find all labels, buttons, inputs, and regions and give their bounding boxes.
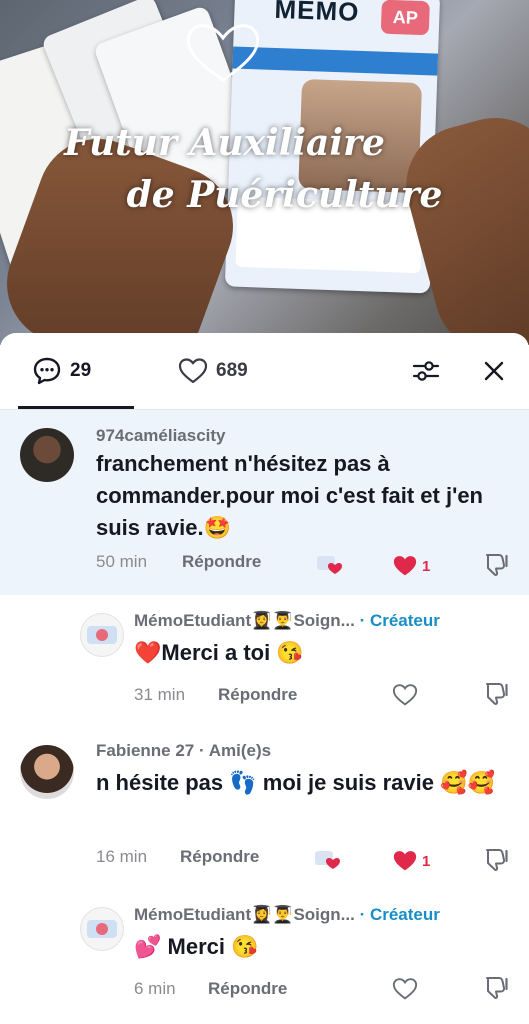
comment-item: Fabienne 27 · Ami(e)s n hésite pas 👣 moi…	[0, 725, 529, 885]
reply-button[interactable]: Répondre	[208, 979, 287, 999]
tab-comments[interactable]: 29	[32, 353, 91, 389]
comment-time: 50 min	[96, 552, 148, 571]
comment-username[interactable]: MémoEtudiant👩‍🎓👨‍🎓Soign... · Créateur	[134, 905, 440, 925]
username-text: MémoEtudiant👩‍🎓👨‍🎓Soign...	[134, 611, 355, 630]
username-text: Fabienne 27	[96, 741, 195, 760]
filter-button[interactable]	[408, 353, 444, 389]
heart-filled-icon	[393, 851, 417, 871]
creator-liked-icon	[315, 851, 340, 869]
comment-username[interactable]: MémoEtudiant👩‍🎓👨‍🎓Soign... · Créateur	[134, 611, 440, 631]
comment-text: ❤️Merci a toi 😘	[134, 640, 304, 665]
heart-icon	[178, 358, 208, 384]
comment-time: 31 min	[134, 685, 186, 704]
thumbs-down-icon[interactable]	[482, 973, 510, 1001]
memo-logo-icon	[87, 626, 117, 644]
close-button[interactable]	[476, 353, 512, 389]
like-button[interactable]	[392, 977, 418, 1001]
creator-liked-icon	[317, 556, 342, 574]
thumbs-down-icon[interactable]	[482, 679, 510, 707]
comment-username[interactable]: Fabienne 27 · Ami(e)s	[96, 741, 271, 761]
comment-username[interactable]: 974caméliascity	[96, 426, 226, 446]
memo-logo-icon	[87, 920, 117, 938]
avatar[interactable]	[20, 745, 74, 799]
video-caption-line2: de Puériculture	[126, 174, 443, 216]
card-badge: AP	[380, 0, 430, 36]
comment-reply-item: MémoEtudiant👩‍🎓👨‍🎓Soign... · Créateur 💕 …	[0, 889, 529, 1019]
avatar[interactable]	[20, 428, 74, 482]
comment-item: 974caméliascity franchement n'hésitez pa…	[0, 410, 529, 595]
like-button[interactable]	[392, 683, 418, 707]
like-button[interactable]: 1	[392, 849, 430, 873]
comment-meta: 16 min Répondre	[96, 847, 259, 867]
heart-icon	[392, 978, 418, 1000]
card-brand: MÉMO	[274, 0, 360, 27]
sliders-icon	[412, 361, 440, 381]
friend-badge: · Ami(e)s	[199, 741, 272, 760]
avatar[interactable]	[80, 613, 124, 657]
likes-count: 689	[216, 360, 248, 381]
like-button[interactable]: 1	[392, 554, 430, 578]
creator-badge: · Créateur	[359, 611, 440, 630]
comments-count: 29	[70, 360, 92, 381]
comment-text: n hésite pas 👣 moi je suis ravie 🥰🥰	[96, 770, 495, 795]
close-icon	[484, 361, 504, 381]
comment-time: 6 min	[134, 979, 176, 998]
reply-button[interactable]: Répondre	[180, 847, 259, 867]
video-caption-line1: Futur Auxiliaire	[64, 122, 385, 164]
comments-tabbar: 29 689	[0, 333, 529, 410]
thumbs-down-icon[interactable]	[482, 550, 510, 578]
active-tab-indicator	[18, 406, 134, 409]
like-count: 1	[422, 557, 431, 575]
tab-likes[interactable]: 689	[178, 353, 248, 389]
comments-sheet: 29 689 974caméliascity franchement n'hés…	[0, 333, 529, 1024]
comment-time: 16 min	[96, 847, 148, 866]
heart-icon	[392, 684, 418, 706]
avatar[interactable]	[80, 907, 124, 951]
thumbs-down-icon[interactable]	[482, 845, 510, 873]
reply-button[interactable]: Répondre	[218, 685, 297, 705]
comment-text: franchement n'hésitez pas à commander.po…	[96, 451, 483, 540]
creator-badge: · Créateur	[359, 905, 440, 924]
comment-meta: 31 min Répondre	[134, 685, 297, 705]
comment-bubble-icon	[33, 357, 61, 385]
like-count: 1	[422, 852, 431, 870]
username-text: MémoEtudiant👩‍🎓👨‍🎓Soign...	[134, 905, 355, 924]
heart-filled-icon	[393, 556, 417, 576]
comment-meta: 50 min Répondre	[96, 552, 261, 572]
video-preview[interactable]: MÉMO AP Futur Auxiliaire de Puériculture	[0, 0, 529, 345]
comment-text: 💕 Merci 😘	[134, 934, 259, 959]
comment-meta: 6 min Répondre	[134, 979, 287, 999]
comment-reply-item: MémoEtudiant👩‍🎓👨‍🎓Soign... · Créateur ❤️…	[0, 595, 529, 725]
heart-doodle-icon	[186, 24, 260, 82]
reply-button[interactable]: Répondre	[182, 552, 261, 572]
